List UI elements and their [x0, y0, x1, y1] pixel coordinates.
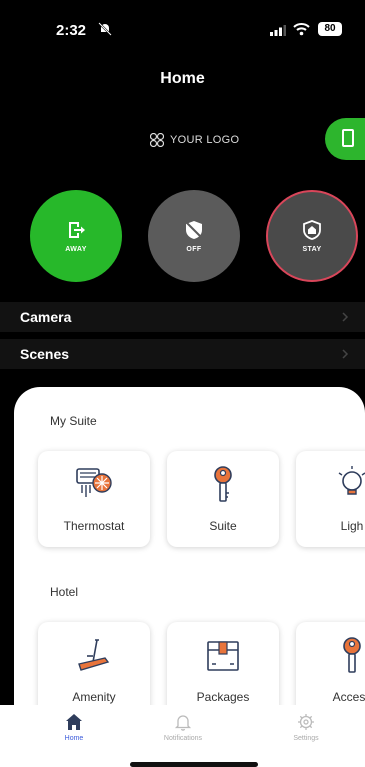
- tile-suite[interactable]: Suite: [167, 451, 279, 547]
- home-indicator: [130, 762, 258, 767]
- logo-text: YOUR LOGO: [170, 134, 240, 146]
- thermostat-icon: [76, 468, 112, 497]
- shield-off-icon: [186, 220, 202, 239]
- tab-label: Home: [64, 735, 84, 742]
- tab-bar: Home Notifications Settings: [0, 705, 365, 767]
- hotel-tiles: Amenity Packages Access: [38, 622, 365, 718]
- section-title-my-suite: My Suite: [50, 414, 97, 428]
- gear-icon: [298, 714, 314, 730]
- device-button[interactable]: [325, 118, 365, 160]
- page-title: Home: [160, 70, 205, 87]
- exit-door-icon: [69, 221, 85, 238]
- tab-notifications[interactable]: Notifications: [143, 713, 223, 742]
- phone-icon: [342, 129, 354, 147]
- tile-label: Suite: [209, 519, 237, 533]
- stay-mode-button[interactable]: STAY: [266, 190, 358, 282]
- tab-label: Notifications: [163, 735, 203, 742]
- battery-indicator: 80: [318, 22, 342, 36]
- tile-packages[interactable]: Packages: [167, 622, 279, 718]
- section-title-hotel: Hotel: [50, 585, 79, 599]
- treadmill-icon: [78, 639, 110, 671]
- camera-row[interactable]: Camera: [0, 302, 365, 332]
- status-bar: 2:32 80: [0, 0, 365, 56]
- bell-icon: [174, 715, 192, 731]
- away-mode-label: AWAY: [65, 245, 87, 253]
- signal-icon: [270, 25, 286, 36]
- tile-label: Ligh: [340, 519, 364, 533]
- status-time: 2:32: [56, 22, 87, 39]
- logo: YOUR LOGO: [150, 133, 239, 147]
- tile-label: Packages: [196, 690, 250, 704]
- tile-amenity[interactable]: Amenity: [38, 622, 150, 718]
- my-suite-tiles: Thermostat Suite Ligh: [38, 451, 365, 547]
- light-bulb-icon: [338, 466, 365, 495]
- logo-icon: [150, 133, 164, 147]
- tab-home[interactable]: Home: [34, 713, 114, 742]
- chevron-right-icon: [342, 312, 349, 322]
- key-icon: [214, 466, 232, 502]
- tile-thermostat[interactable]: Thermostat: [38, 451, 150, 547]
- off-mode-button[interactable]: OFF: [148, 190, 240, 282]
- tile-lighting[interactable]: Ligh: [296, 451, 365, 547]
- tab-settings[interactable]: Settings: [266, 713, 346, 742]
- wifi-icon: [293, 23, 310, 36]
- tile-label: Access: [332, 690, 365, 704]
- away-mode-button[interactable]: AWAY: [30, 190, 122, 282]
- tile-label: Amenity: [72, 690, 116, 704]
- tile-label: Thermostat: [63, 519, 125, 533]
- home-icon: [66, 714, 82, 730]
- camera-row-label: Camera: [20, 309, 72, 325]
- scenes-row[interactable]: Scenes: [0, 339, 365, 369]
- stay-mode-label: STAY: [302, 245, 322, 253]
- tab-label: Settings: [293, 735, 319, 742]
- package-icon: [207, 641, 239, 671]
- key-icon: [343, 637, 361, 673]
- scenes-row-label: Scenes: [20, 346, 70, 362]
- off-mode-label: OFF: [186, 245, 202, 253]
- home-shield-icon: [303, 219, 321, 240]
- tile-access[interactable]: Access: [296, 622, 365, 718]
- chevron-right-icon: [342, 349, 349, 359]
- bell-slash-icon: [98, 22, 112, 36]
